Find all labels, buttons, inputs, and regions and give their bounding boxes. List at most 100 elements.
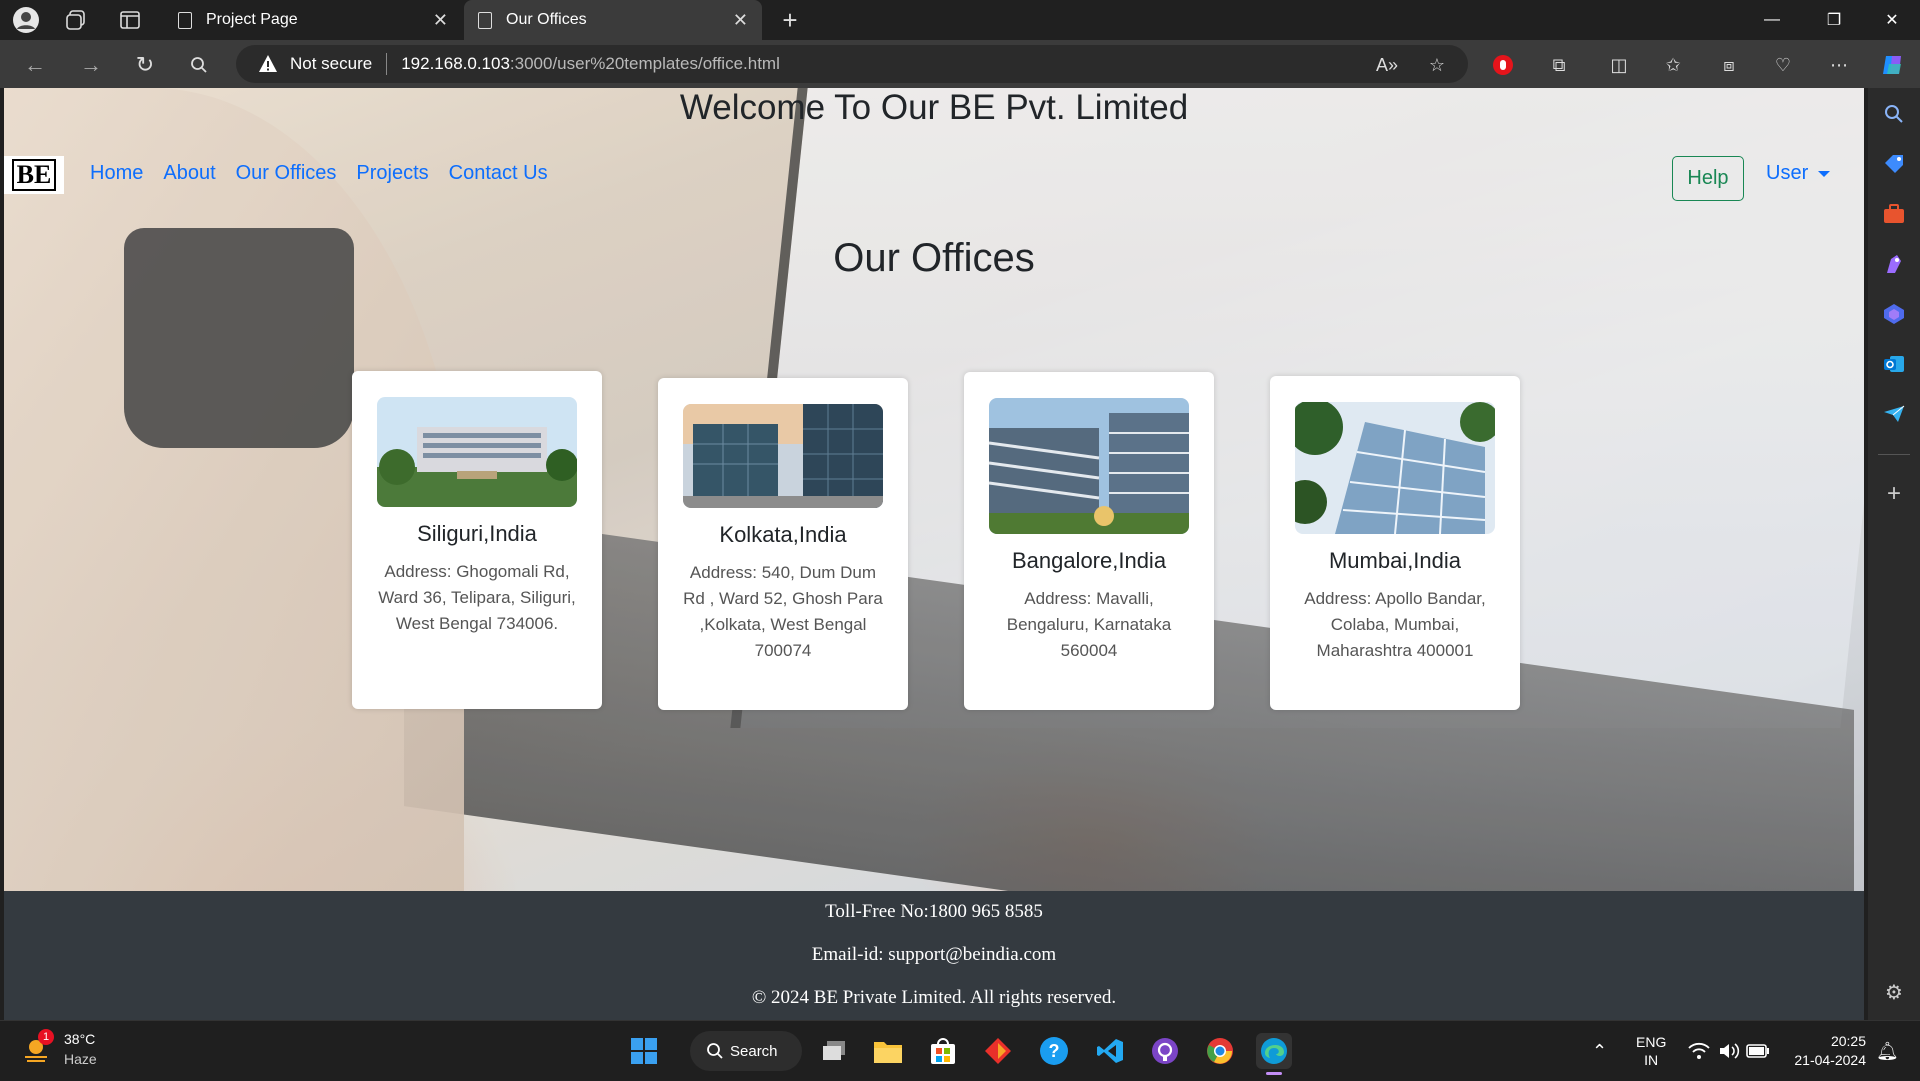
chrome-icon[interactable] <box>1202 1033 1238 1069</box>
active-app-indicator <box>1266 1072 1282 1075</box>
user-dropdown[interactable]: User <box>1766 162 1831 185</box>
sidebar-divider <box>1878 454 1910 455</box>
microsoft-365-icon[interactable] <box>1880 300 1908 328</box>
help-button[interactable]: Help <box>1672 156 1744 201</box>
favorite-star-icon[interactable]: ☆ <box>1424 52 1450 78</box>
edge-sidebar: + ⚙ <box>1868 88 1920 1020</box>
logo-text: BE <box>11 159 57 191</box>
tools-briefcase-icon[interactable] <box>1880 200 1908 228</box>
site-footer: Toll-Free No:1800 965 8585 Email-id: sup… <box>4 891 1864 1020</box>
sidebar-settings-icon[interactable]: ⚙ <box>1880 978 1908 1006</box>
battery-icon[interactable] <box>1746 1021 1770 1081</box>
split-screen-icon[interactable]: ◫ <box>1606 52 1632 78</box>
add-sidebar-app-icon[interactable]: + <box>1880 480 1908 508</box>
section-title: Our Offices <box>833 236 1035 280</box>
clock-date: 21-04-2024 <box>1794 1052 1866 1068</box>
start-button[interactable] <box>626 1033 662 1069</box>
office-city: Mumbai,India <box>1328 548 1462 573</box>
task-view-icon[interactable] <box>816 1033 852 1069</box>
site-navbar: BE Home About Our Offices Projects Conta… <box>4 156 1864 204</box>
footer-tollfree: Toll-Free No:1800 965 8585 <box>825 901 1043 922</box>
hero-background: Welcome To Our BE Pvt. Limited BE Home A… <box>4 88 1864 891</box>
read-aloud-icon[interactable]: A» <box>1374 52 1400 78</box>
clock[interactable]: 20:25 21-04-2024 <box>1784 1021 1866 1081</box>
nav-projects[interactable]: Projects <box>356 162 428 185</box>
language-indicator[interactable]: ENG IN <box>1636 1021 1666 1081</box>
office-address: Address: Apollo Bandar, Colaba, Mumbai, … <box>1304 589 1486 660</box>
url-path: :3000/user%20templates/office.html <box>509 54 780 73</box>
favorites-icon[interactable]: ✩ <box>1660 52 1686 78</box>
nav-our-offices[interactable]: Our Offices <box>236 162 337 185</box>
app-diamond-icon[interactable] <box>980 1033 1016 1069</box>
office-image-kolkata <box>683 404 883 508</box>
restore-icon[interactable]: ❐ <box>1806 0 1862 40</box>
volume-icon[interactable] <box>1718 1021 1740 1081</box>
office-card-mumbai: Mumbai,India Address: Apollo Bandar, Col… <box>1270 376 1520 710</box>
more-menu-icon[interactable]: ⋯ <box>1826 52 1852 78</box>
search-icon[interactable] <box>184 50 214 80</box>
office-address: Address: Ghogomali Rd, Ward 36, Telipara… <box>378 562 576 633</box>
back-icon[interactable]: ← <box>20 50 50 80</box>
office-address: Address: Mavalli, Bengaluru, Karnataka 5… <box>1006 589 1172 660</box>
tab-our-offices[interactable]: Our Offices ✕ <box>464 0 762 40</box>
language-top: ENG <box>1636 1034 1667 1050</box>
refresh-icon[interactable]: ↻ <box>130 50 160 80</box>
windows-taskbar: 1 38°C Haze Search ? ⌃ ENG IN 20:25 21-0… <box>0 1020 1920 1080</box>
send-drop-icon[interactable] <box>1880 400 1908 428</box>
language-bottom: IN <box>1644 1052 1659 1068</box>
url-separator <box>386 53 388 75</box>
user-label: User <box>1766 162 1809 184</box>
new-tab-icon[interactable]: + <box>776 5 804 35</box>
nav-links: Home About Our Offices Projects Contact … <box>90 162 548 185</box>
copilot-icon[interactable] <box>1880 52 1906 78</box>
show-hidden-icons[interactable]: ⌃ <box>1592 1021 1607 1081</box>
github-desktop-icon[interactable] <box>1147 1033 1183 1069</box>
forward-icon[interactable]: → <box>76 50 106 80</box>
brand-logo[interactable]: BE <box>4 156 64 194</box>
notifications-bell-icon[interactable]: 🔔︎ <box>1876 1021 1899 1081</box>
extensions-icon[interactable]: ⧉ <box>1546 52 1572 78</box>
outlook-icon[interactable] <box>1880 350 1908 378</box>
nav-home[interactable]: Home <box>90 162 143 185</box>
nav-about[interactable]: About <box>163 162 215 185</box>
url-host: 192.168.0.103 <box>401 54 510 73</box>
adblock-extension-icon[interactable] <box>1490 52 1516 78</box>
office-image-mumbai <box>1295 402 1495 534</box>
collections-icon[interactable]: ⧈ <box>1716 52 1742 78</box>
games-icon[interactable] <box>1880 250 1908 278</box>
office-card-siliguri: Siliguri,India Address: Ghogomali Rd, Wa… <box>352 371 602 709</box>
caret-down-icon <box>1818 170 1831 177</box>
edge-icon[interactable] <box>1256 1033 1292 1075</box>
browser-essentials-icon[interactable]: ♡ <box>1770 52 1796 78</box>
taskbar-search[interactable]: Search <box>690 1031 802 1071</box>
search-icon <box>707 1043 723 1059</box>
workspaces-icon[interactable] <box>62 6 90 34</box>
weather-temp: 38°C <box>64 1031 96 1047</box>
tab-title: Project Page <box>206 11 298 28</box>
sidebar-search-icon[interactable] <box>1880 100 1908 128</box>
get-help-icon[interactable]: ? <box>1036 1033 1072 1069</box>
browser-tab-bar: Project Page ✕ Our Offices ✕ + — ❐ ✕ <box>0 0 1920 40</box>
address-toolbar: ← → ↻ Not secure 192.168.0.103:3000/user… <box>0 40 1920 88</box>
shopping-tag-icon[interactable] <box>1880 150 1908 178</box>
vscode-icon[interactable] <box>1092 1033 1128 1069</box>
minimize-icon[interactable]: — <box>1744 0 1800 40</box>
wifi-icon[interactable] <box>1688 1021 1710 1081</box>
close-tab-icon[interactable]: ✕ <box>733 10 748 31</box>
background-overlay <box>4 88 1864 891</box>
microsoft-store-icon[interactable] <box>925 1033 961 1069</box>
warning-icon[interactable] <box>258 54 278 74</box>
tab-project-page[interactable]: Project Page ✕ <box>164 0 462 40</box>
vertical-tabs-icon[interactable] <box>116 6 144 34</box>
file-explorer-icon[interactable] <box>870 1033 906 1069</box>
profile-icon[interactable] <box>12 6 40 34</box>
nav-contact-us[interactable]: Contact Us <box>449 162 548 185</box>
office-image-siliguri <box>377 397 577 507</box>
footer-copyright: © 2024 BE Private Limited. All rights re… <box>751 987 1117 1008</box>
page-icon <box>178 11 192 29</box>
close-window-icon[interactable]: ✕ <box>1864 0 1920 40</box>
close-tab-icon[interactable]: ✕ <box>433 10 448 31</box>
weather-badge: 1 <box>38 1029 54 1045</box>
url-bar[interactable]: Not secure 192.168.0.103:3000/user%20tem… <box>236 45 1468 83</box>
security-status[interactable]: Not secure <box>290 54 372 74</box>
